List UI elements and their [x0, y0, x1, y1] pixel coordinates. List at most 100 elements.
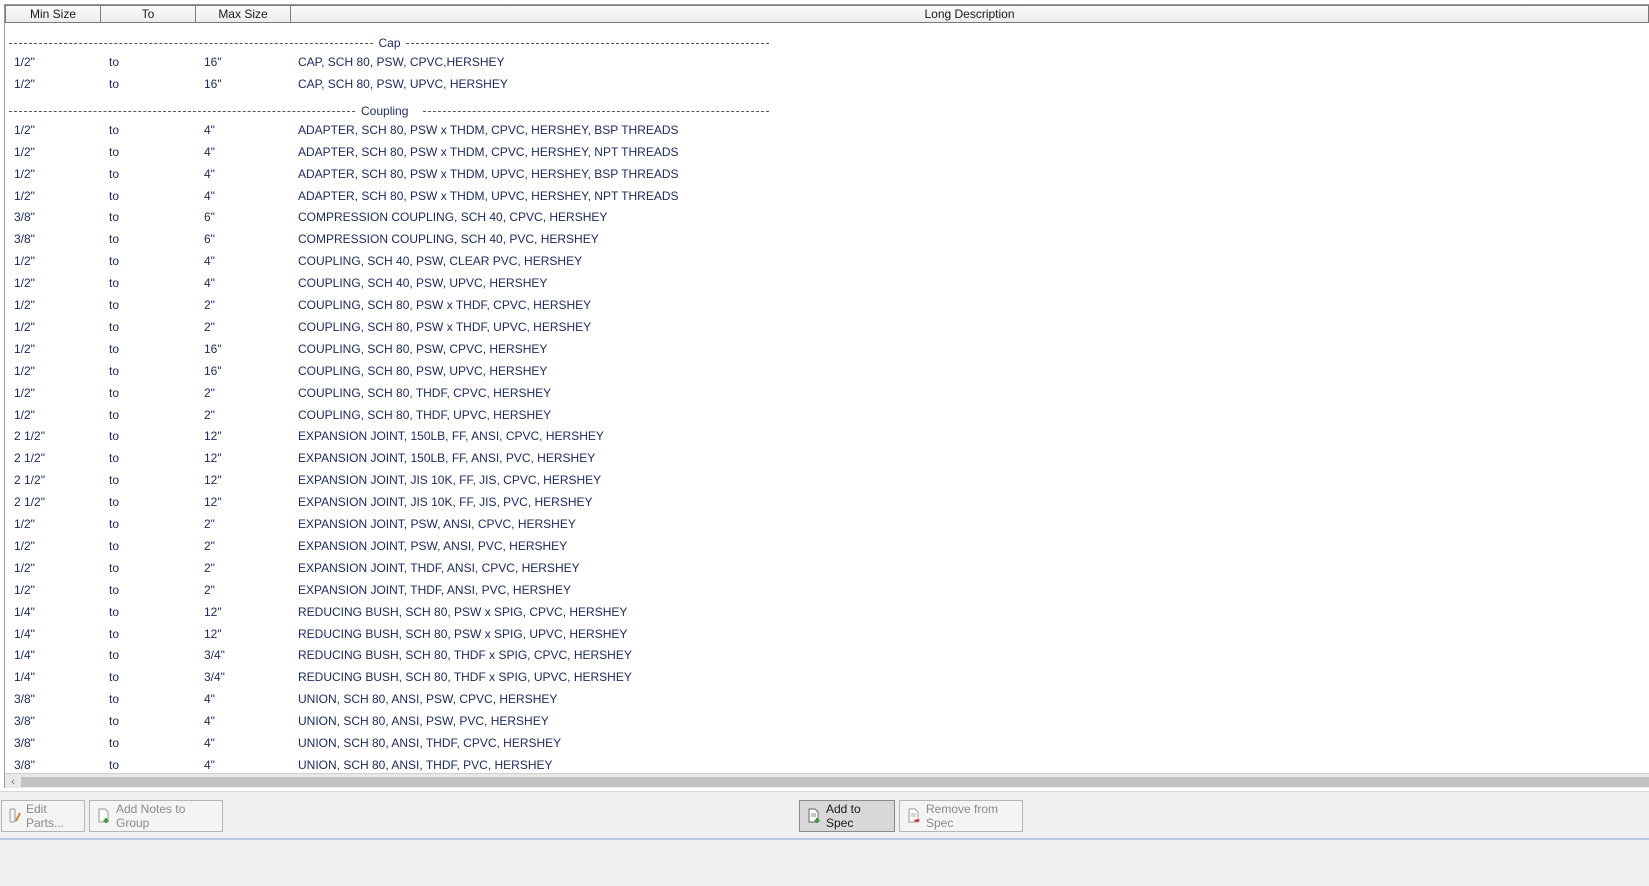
- horizontal-scrollbar[interactable]: ‹: [5, 773, 1649, 788]
- long-description-cell: REDUCING BUSH, SCH 80, THDF x SPIG, CPVC…: [298, 648, 632, 663]
- column-header-max-size[interactable]: Max Size: [196, 5, 291, 23]
- table-row[interactable]: 2 1/2" to 12" EXPANSION JOINT, JIS 10K, FF,…: [5, 492, 1649, 512]
- max-size-cell: 12": [204, 626, 222, 641]
- edit-parts-button[interactable]: Edit Parts...: [1, 800, 85, 832]
- table-row[interactable]: 1/2" to 16" CAP, SCH 80, PSW, CPVC,HERSHEY: [5, 52, 1649, 72]
- long-description-cell: UNION, SCH 80, ANSI, PSW, CPVC, HERSHEY: [298, 692, 558, 707]
- min-size-cell: 1/2": [14, 560, 35, 575]
- long-description-cell: UNION, SCH 80, ANSI, PSW, PVC, HERSHEY: [298, 714, 549, 729]
- max-size-cell: 2": [204, 538, 215, 553]
- table-row[interactable]: 1/2" to 2" EXPANSION JOINT, THDF, ANSI, PVC…: [5, 580, 1649, 600]
- table-row[interactable]: 1/2" to 4" ADAPTER, SCH 80, PSW x THDM, CPV…: [5, 142, 1649, 162]
- status-divider: [0, 838, 1649, 840]
- to-cell: to: [109, 385, 120, 400]
- min-size-cell: 1/2": [14, 319, 35, 334]
- long-description-cell: REDUCING BUSH, SCH 80, PSW x SPIG, UPVC,…: [298, 626, 628, 641]
- min-size-cell: 1/2": [14, 276, 35, 291]
- scroll-left-arrow-icon[interactable]: ‹: [7, 774, 19, 788]
- group-header: Coupling: [9, 103, 769, 118]
- table-row[interactable]: 1/2" to 2" EXPANSION JOINT, THDF, ANSI, CPV…: [5, 558, 1649, 578]
- table-row[interactable]: 1/2" to 2" COUPLING, SCH 80, PSW x THDF, CP…: [5, 295, 1649, 315]
- long-description-cell: COUPLING, SCH 80, THDF, CPVC, HERSHEY: [298, 385, 552, 400]
- long-description-cell: COUPLING, SCH 80, PSW x THDF, CPVC, HERS…: [298, 298, 592, 312]
- group-separator-line: [9, 43, 373, 44]
- table-row[interactable]: 1/4" to 12" REDUCING BUSH, SCH 80, PSW x SP…: [5, 624, 1649, 644]
- to-cell: to: [109, 714, 120, 729]
- to-cell: to: [109, 298, 120, 312]
- to-cell: to: [109, 232, 120, 247]
- long-description-cell: COUPLING, SCH 80, PSW, UPVC, HERSHEY: [298, 363, 548, 378]
- table-row[interactable]: 3/8" to 4" UNION, SCH 80, ANSI, PSW, PVC, H…: [5, 711, 1649, 731]
- to-cell: to: [109, 122, 120, 137]
- long-description-cell: CAP, SCH 80, PSW, UPVC, HERSHEY: [298, 76, 508, 91]
- min-size-cell: 1/2": [14, 341, 35, 356]
- table-row[interactable]: 1/2" to 16" COUPLING, SCH 80, PSW, UPVC, HE…: [5, 361, 1649, 381]
- table-row[interactable]: 1/2" to 16" COUPLING, SCH 80, PSW, CPVC, HE…: [5, 339, 1649, 359]
- long-description-cell: UNION, SCH 80, ANSI, THDF, CPVC, HERSHEY: [298, 736, 562, 750]
- table-row[interactable]: 3/8" to 6" COMPRESSION COUPLING, SCH 40, PV…: [5, 229, 1649, 249]
- to-cell: to: [109, 319, 120, 334]
- column-header-long-description[interactable]: Long Description: [291, 5, 1649, 23]
- group-separator-line: [405, 43, 769, 44]
- min-size-cell: 1/2": [14, 166, 35, 181]
- table-row[interactable]: 3/8" to 4" UNION, SCH 80, ANSI, PSW, CPVC, …: [5, 689, 1649, 709]
- min-size-cell: 1/2": [14, 254, 35, 269]
- table-row[interactable]: 1/2" to 2" COUPLING, SCH 80, THDF, CPVC, HE…: [5, 383, 1649, 403]
- add-notes-to-group-button[interactable]: Add Notes to Group: [89, 800, 223, 832]
- long-description-cell: EXPANSION JOINT, PSW, ANSI, PVC, HERSHEY: [298, 538, 568, 553]
- to-cell: to: [109, 670, 120, 685]
- table-row[interactable]: 1/2" to 2" EXPANSION JOINT, PSW, ANSI, PVC,…: [5, 536, 1649, 556]
- table-row[interactable]: 1/2" to 4" ADAPTER, SCH 80, PSW x THDM, UPV…: [5, 164, 1649, 184]
- min-size-cell: 1/4": [14, 670, 35, 685]
- add-to-spec-label: Add to Spec: [826, 802, 861, 830]
- table-row[interactable]: 2 1/2" to 12" EXPANSION JOINT, JIS 10K, FF,…: [5, 470, 1649, 490]
- long-description-cell: EXPANSION JOINT, PSW, ANSI, CPVC, HERSHE…: [298, 517, 576, 531]
- column-header-to[interactable]: To: [101, 5, 196, 23]
- to-cell: to: [109, 560, 120, 575]
- add-to-spec-button[interactable]: Add to Spec: [799, 800, 895, 832]
- table-row[interactable]: 1/2" to 4" COUPLING, SCH 40, PSW, CLEAR PVC…: [5, 251, 1649, 271]
- table-row[interactable]: 1/2" to 4" COUPLING, SCH 40, PSW, UPVC, HER…: [5, 273, 1649, 293]
- table-row[interactable]: 1/2" to 2" COUPLING, SCH 80, THDF, UPVC, HE…: [5, 405, 1649, 425]
- min-size-cell: 1/2": [14, 188, 35, 203]
- min-size-cell: 2 1/2": [14, 495, 45, 510]
- long-description-cell: ADAPTER, SCH 80, PSW x THDM, CPVC, HERSH…: [298, 122, 679, 137]
- max-size-cell: 3/4": [204, 670, 225, 685]
- remove-from-spec-icon: [908, 808, 920, 823]
- min-size-cell: 3/8": [14, 714, 35, 729]
- scrollbar-thumb[interactable]: [21, 777, 1649, 787]
- max-size-cell: 6": [204, 232, 215, 247]
- table-row[interactable]: 1/2" to 2" EXPANSION JOINT, PSW, ANSI, CPVC…: [5, 514, 1649, 534]
- max-size-cell: 16": [204, 55, 222, 69]
- long-description-cell: ADAPTER, SCH 80, PSW x THDM, UPVC, HERSH…: [298, 166, 679, 181]
- table-row[interactable]: 3/8" to 6" COMPRESSION COUPLING, SCH 40, CP…: [5, 207, 1649, 227]
- max-size-cell: 4": [204, 144, 215, 159]
- table-row[interactable]: 2 1/2" to 12" EXPANSION JOINT, 150LB, FF, A…: [5, 448, 1649, 468]
- table-row[interactable]: 3/8" to 4" UNION, SCH 80, ANSI, THDF, PVC, …: [5, 755, 1649, 774]
- group-separator-line: [9, 110, 355, 112]
- long-description-cell: EXPANSION JOINT, THDF, ANSI, CPVC, HERSH…: [298, 560, 580, 575]
- max-size-cell: 4": [204, 692, 215, 707]
- min-size-cell: 2 1/2": [14, 451, 45, 466]
- to-cell: to: [109, 517, 120, 531]
- max-size-cell: 4": [204, 757, 215, 772]
- table-row[interactable]: 3/8" to 4" UNION, SCH 80, ANSI, THDF, CPVC,…: [5, 733, 1649, 753]
- max-size-cell: 4": [204, 166, 215, 181]
- to-cell: to: [109, 429, 120, 444]
- max-size-cell: 16": [204, 76, 222, 91]
- long-description-cell: EXPANSION JOINT, JIS 10K, FF, JIS, CPVC,…: [298, 473, 602, 488]
- remove-from-spec-button[interactable]: Remove from Spec: [899, 800, 1023, 832]
- to-cell: to: [109, 363, 120, 378]
- max-size-cell: 16": [204, 363, 222, 378]
- table-row[interactable]: 1/4" to 12" REDUCING BUSH, SCH 80, PSW x SP…: [5, 602, 1649, 622]
- table-row[interactable]: 1/2" to 4" ADAPTER, SCH 80, PSW x THDM, CPV…: [5, 120, 1649, 140]
- table-row[interactable]: 1/2" to 4" ADAPTER, SCH 80, PSW x THDM, UPV…: [5, 186, 1649, 206]
- to-cell: to: [109, 648, 120, 663]
- long-description-cell: COMPRESSION COUPLING, SCH 40, PVC, HERSH…: [298, 232, 599, 247]
- column-header-min-size[interactable]: Min Size: [5, 5, 101, 23]
- table-row[interactable]: 1/4" to 3/4" REDUCING BUSH, SCH 80, THDF x …: [5, 667, 1649, 687]
- table-row[interactable]: 1/4" to 3/4" REDUCING BUSH, SCH 80, THDF x …: [5, 645, 1649, 665]
- table-row[interactable]: 1/2" to 16" CAP, SCH 80, PSW, UPVC, HERSHEY: [5, 74, 1649, 94]
- table-row[interactable]: 1/2" to 2" COUPLING, SCH 80, PSW x THDF, UP…: [5, 317, 1649, 337]
- table-row[interactable]: 2 1/2" to 12" EXPANSION JOINT, 150LB, FF, A…: [5, 426, 1649, 446]
